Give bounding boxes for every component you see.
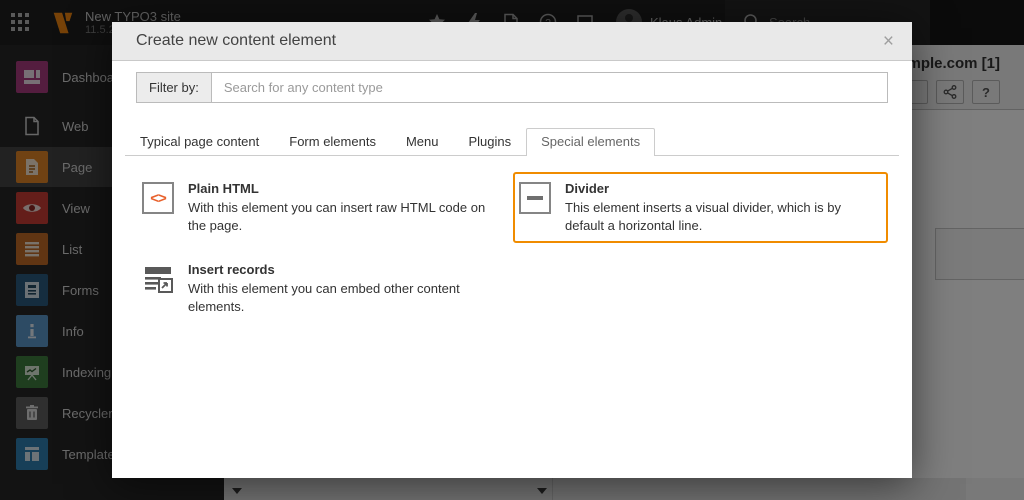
element-title: Divider xyxy=(565,180,882,197)
element-text: Insert records With this element you can… xyxy=(188,261,505,316)
filter-by-label: Filter by: xyxy=(136,72,211,103)
element-description: This element inserts a visual divider, w… xyxy=(565,199,882,235)
element-description: With this element you can embed other co… xyxy=(188,280,505,316)
element-text: Plain HTML With this element you can ins… xyxy=(188,180,505,235)
insert-records-icon xyxy=(142,263,174,316)
modal-header: Create new content element × xyxy=(112,22,912,61)
element-plain-html[interactable]: <> Plain HTML With this element you can … xyxy=(136,172,511,243)
tab-menu[interactable]: Menu xyxy=(391,128,454,156)
element-insert-records[interactable]: Insert records With this element you can… xyxy=(136,253,511,324)
element-title: Plain HTML xyxy=(188,180,505,197)
element-divider[interactable]: Divider This element inserts a visual di… xyxy=(513,172,888,243)
tab-plugins[interactable]: Plugins xyxy=(453,128,526,156)
tab-bar: Typical page content Form elements Menu … xyxy=(125,128,899,156)
element-title: Insert records xyxy=(188,261,505,278)
tab-form-elements[interactable]: Form elements xyxy=(274,128,391,156)
code-icon: <> xyxy=(142,182,174,235)
tab-typical-page-content[interactable]: Typical page content xyxy=(125,128,274,156)
close-icon[interactable]: × xyxy=(883,32,894,51)
create-content-element-modal: Create new content element × Filter by: … xyxy=(112,22,912,478)
element-description: With this element you can insert raw HTM… xyxy=(188,199,505,235)
filter-group: Filter by: xyxy=(136,72,888,103)
content-type-search-input[interactable] xyxy=(211,72,888,103)
content-element-list: <> Plain HTML With this element you can … xyxy=(136,172,888,324)
tab-special-elements[interactable]: Special elements xyxy=(526,128,655,156)
modal-body: Filter by: Typical page content Form ele… xyxy=(112,61,912,478)
modal-title: Create new content element xyxy=(136,32,883,50)
element-text: Divider This element inserts a visual di… xyxy=(565,180,882,235)
divider-icon xyxy=(519,182,551,235)
